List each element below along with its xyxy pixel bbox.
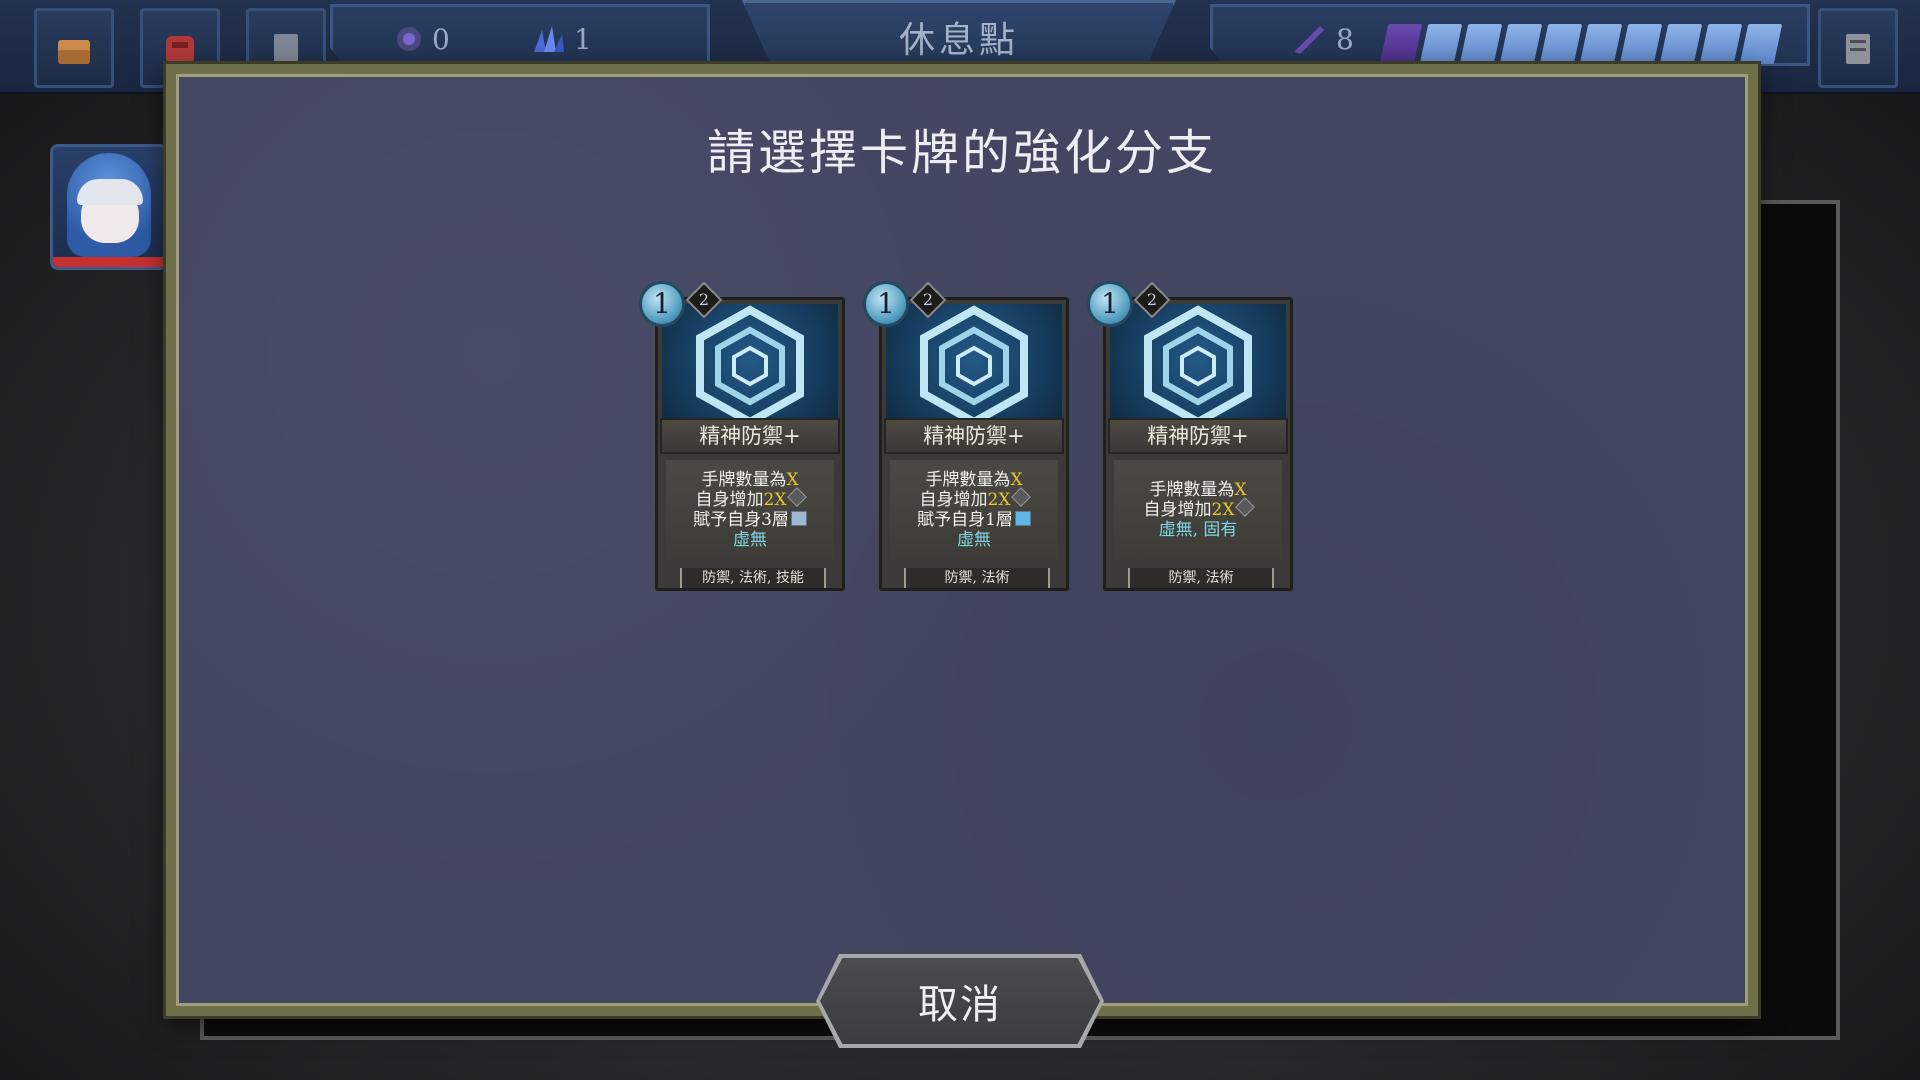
orb-icon	[397, 27, 421, 51]
hexagon-shield-icon	[1144, 305, 1252, 422]
upgrade-dialog: 請選擇卡牌的強化分支 精神防禦+ 手牌數量為X 自身增加2X 賦予自身3層 虛無	[166, 64, 1758, 1016]
card-frame: 精神防禦+ 手牌數量為X 自身增加2X 賦予自身1層 虛無 防禦, 法術	[879, 297, 1069, 591]
dialog-panel: 請選擇卡牌的強化分支 精神防禦+ 手牌數量為X 自身增加2X 賦予自身3層 虛無	[176, 74, 1748, 1006]
feather-icon	[1294, 26, 1324, 54]
cards-stack-icon	[58, 40, 90, 64]
card-description: 手牌數量為X 自身增加2X 賦予自身1層 虛無	[890, 460, 1058, 560]
block-gem-icon	[787, 487, 808, 507]
card-frame: 精神防禦+ 手牌數量為X 自身增加2X 賦予自身3層 虛無 防禦, 法術, 技能	[655, 297, 845, 591]
hexagon-shield-icon	[920, 305, 1028, 422]
portrait-hp-bar	[53, 257, 165, 267]
resource-2-value: 1	[574, 22, 592, 56]
upgrade-card-3[interactable]: 精神防禦+ 手牌數量為X 自身增加2X 虛無, 固有 防禦, 法術 1 2	[1087, 281, 1293, 591]
deck-button[interactable]	[34, 8, 114, 88]
card-cost: 1	[639, 281, 685, 327]
status-icon	[790, 511, 807, 526]
cancel-button[interactable]: 取消	[816, 954, 1104, 1048]
character-portrait[interactable]	[50, 144, 168, 270]
card-description: 手牌數量為X 自身增加2X 賦予自身3層 虛無	[666, 460, 834, 560]
card-art	[1110, 304, 1286, 422]
card-frame: 精神防禦+ 手牌數量為X 自身增加2X 虛無, 固有 防禦, 法術	[1103, 297, 1293, 591]
resource-1: 0	[392, 22, 450, 56]
upgrade-card-1[interactable]: 精神防禦+ 手牌數量為X 自身增加2X 賦予自身3層 虛無 防禦, 法術, 技能…	[639, 281, 845, 591]
deck-count: 8	[1290, 22, 1354, 56]
card-art	[886, 304, 1062, 422]
card-name: 精神防禦+	[1108, 418, 1288, 454]
deck-count-value: 8	[1336, 22, 1354, 56]
crystal-icon	[534, 26, 564, 52]
settings-button[interactable]	[1818, 8, 1898, 88]
scroll-icon	[1846, 34, 1870, 64]
status-icon	[1014, 511, 1031, 526]
location-title: 休息點	[898, 20, 1019, 61]
card-name: 精神防禦+	[660, 418, 840, 454]
location-plate: 休息點	[742, 0, 1176, 68]
card-tags: 防禦, 法術, 技能	[680, 568, 826, 588]
resource-1-value: 0	[432, 22, 450, 56]
card-cost: 1	[1087, 281, 1133, 327]
card-description: 手牌數量為X 自身增加2X 虛無, 固有	[1114, 460, 1282, 560]
cancel-label: 取消	[820, 958, 1100, 1044]
resource-2: 1	[528, 22, 592, 56]
card-name: 精神防禦+	[884, 418, 1064, 454]
block-gem-icon	[1011, 487, 1032, 507]
block-gem-icon	[1235, 497, 1256, 517]
card-cost: 1	[863, 281, 909, 327]
card-art	[662, 304, 838, 422]
upgrade-card-2[interactable]: 精神防禦+ 手牌數量為X 自身增加2X 賦予自身1層 虛無 防禦, 法術 1 2	[863, 281, 1069, 591]
hexagon-shield-icon	[696, 305, 804, 422]
card-tags: 防禦, 法術	[904, 568, 1050, 588]
card-tags: 防禦, 法術	[1128, 568, 1274, 588]
dialog-title: 請選擇卡牌的強化分支	[706, 125, 1217, 181]
resource-panel	[330, 4, 710, 66]
